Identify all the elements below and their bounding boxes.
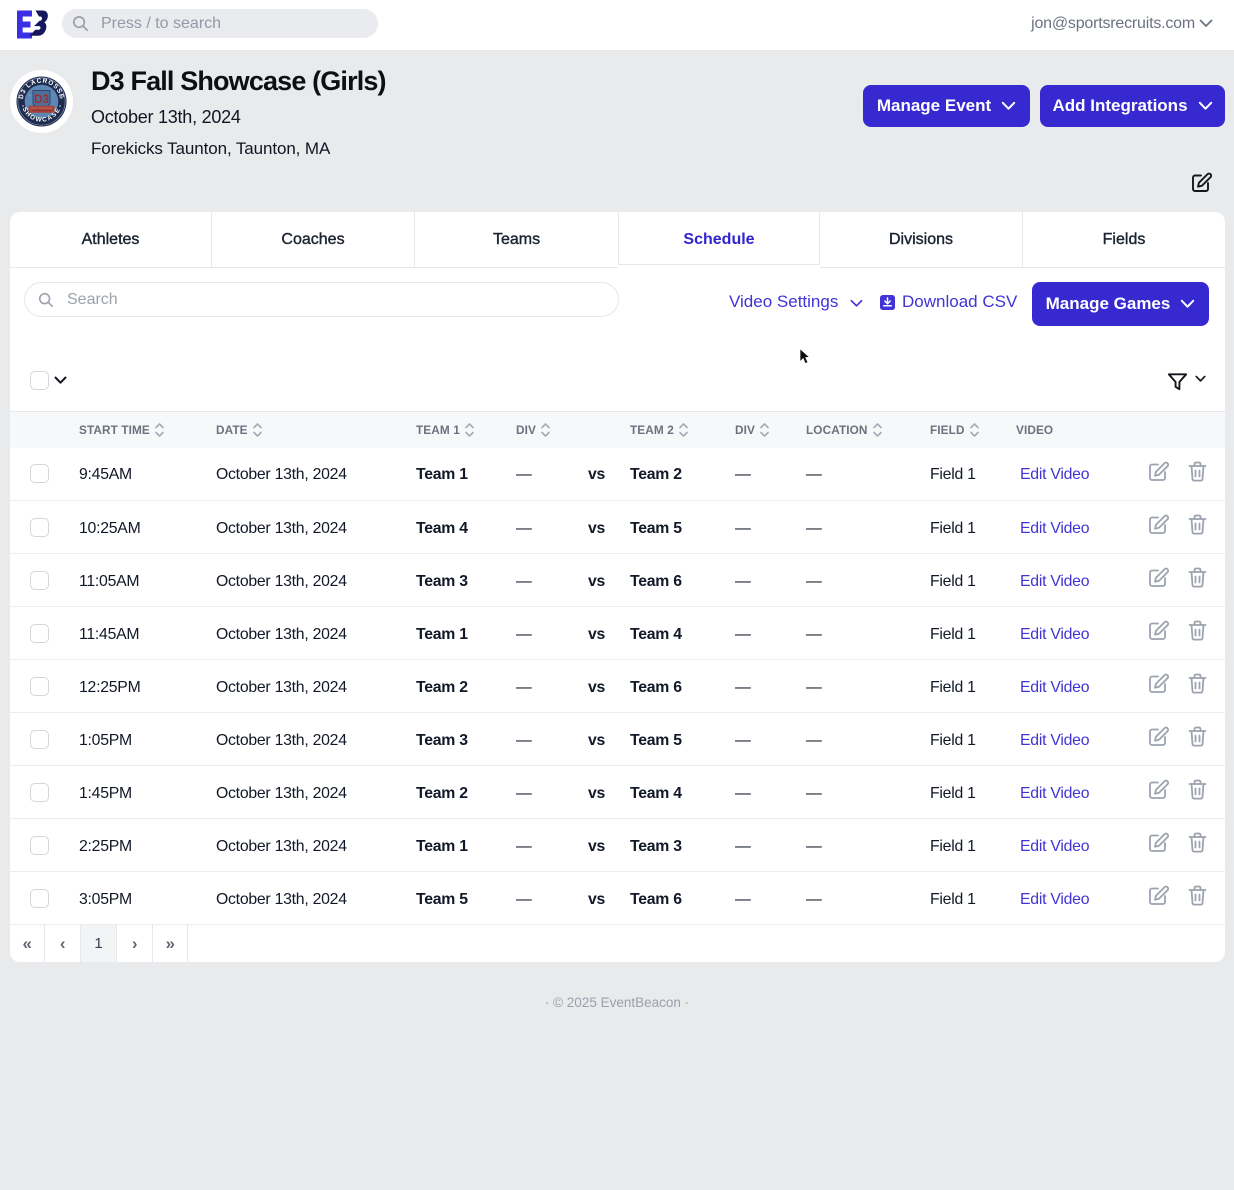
svg-text:D3: D3 (34, 94, 49, 106)
